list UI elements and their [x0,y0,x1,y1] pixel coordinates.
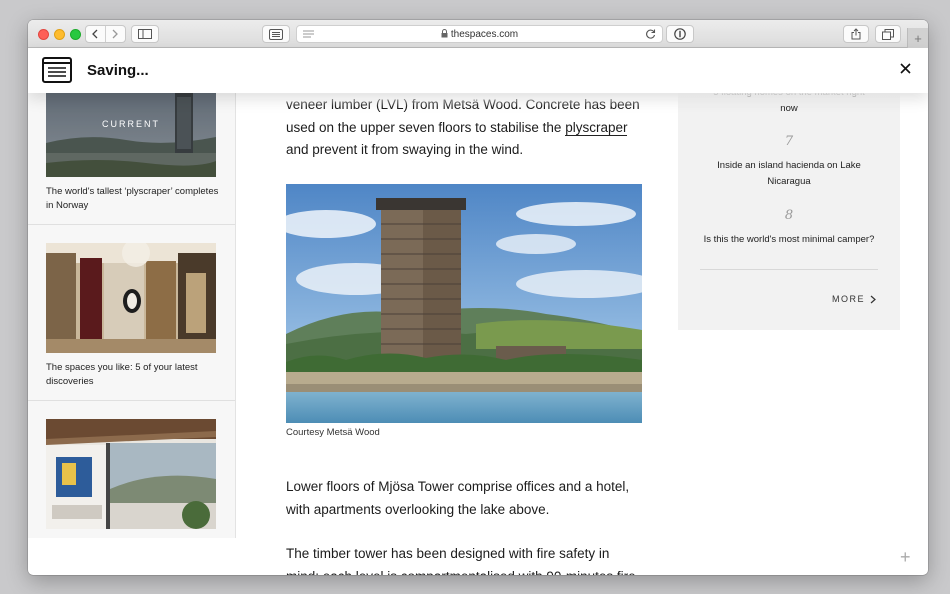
share-icon [851,28,861,40]
reload-icon[interactable] [645,28,656,40]
navigation-buttons [85,25,126,43]
popular-item-number: 7 [784,134,794,149]
article-paragraph: Lower floors of Mjösa Tower comprise off… [286,479,630,517]
reader-icon [42,57,72,83]
article-body: veneer lumber (LVL) from Metsä Wood. Con… [286,93,646,575]
article-paragraph: The timber tower has been designed with … [286,546,636,575]
address-bar[interactable]: thespaces.com [296,25,663,43]
story-caption[interactable]: The world's tallest ‘plyscraper’ complet… [46,185,226,213]
more-label: MORE [832,294,865,304]
address-text: thespaces.com [297,29,662,40]
forward-button[interactable] [106,26,125,42]
minimize-window-button[interactable] [54,28,65,40]
close-window-button[interactable] [38,28,49,40]
browser-toolbar: thespaces.com + [28,20,928,48]
chevron-right-icon [112,29,119,39]
current-label: CURRENT [102,119,160,129]
plus-icon[interactable]: + [900,547,911,568]
new-tab-button[interactable]: + [907,28,928,48]
paragraph-text: and prevent it from swaying in the wind. [286,142,524,157]
story-thumbnail[interactable]: CURRENT [46,93,216,177]
popular-item-title[interactable]: Is this the world's most minimal camper? [678,232,900,248]
saving-banner: Saving... [28,48,928,93]
story-thumbnail[interactable] [46,243,216,353]
sidebar-story[interactable]: The spaces you like: 5 of your latest di… [28,225,235,401]
most-popular-panel: 5 floating homes on the market right now… [678,87,900,330]
story-thumbnail[interactable] [46,419,216,529]
related-sidebar: CURRENT The world's tallest ‘plyscraper’… [28,93,236,538]
url-text: thespaces.com [450,29,519,40]
tabs-icon [882,28,894,40]
content-fade [236,93,928,107]
plyscraper-link[interactable]: plyscraper [565,119,628,136]
article-image [286,184,642,423]
popular-item-title[interactable]: Inside an island hacienda on Lake Nicara… [678,158,900,190]
divider [700,269,878,270]
sidebar-story[interactable] [28,401,235,538]
lock-icon [441,29,448,38]
share-button[interactable] [843,25,869,43]
chevron-left-icon [92,29,98,39]
reader-icon [269,28,283,40]
more-link[interactable]: MORE [832,294,876,304]
chevron-right-icon [870,295,876,303]
info-button[interactable] [666,25,694,43]
sidebar-story[interactable]: CURRENT The world's tallest ‘plyscraper’… [28,93,235,225]
image-caption: Courtesy Metsä Wood [286,427,380,438]
popular-item-number: 8 [784,208,794,223]
sidebar-toggle-button[interactable] [131,25,159,43]
story-caption[interactable]: The spaces you like: 5 of your latest di… [46,361,226,389]
saving-status-text: Saving... [87,62,149,79]
browser-window: thespaces.com + Saving... CURRENT The wo… [28,20,928,575]
close-icon[interactable] [900,63,911,74]
plus-icon: + [914,30,922,46]
show-tabs-button[interactable] [875,25,901,43]
sidebar-icon [138,29,152,39]
info-icon [674,28,686,40]
reader-button[interactable] [262,25,290,43]
back-button[interactable] [86,26,106,42]
zoom-window-button[interactable] [70,28,81,40]
